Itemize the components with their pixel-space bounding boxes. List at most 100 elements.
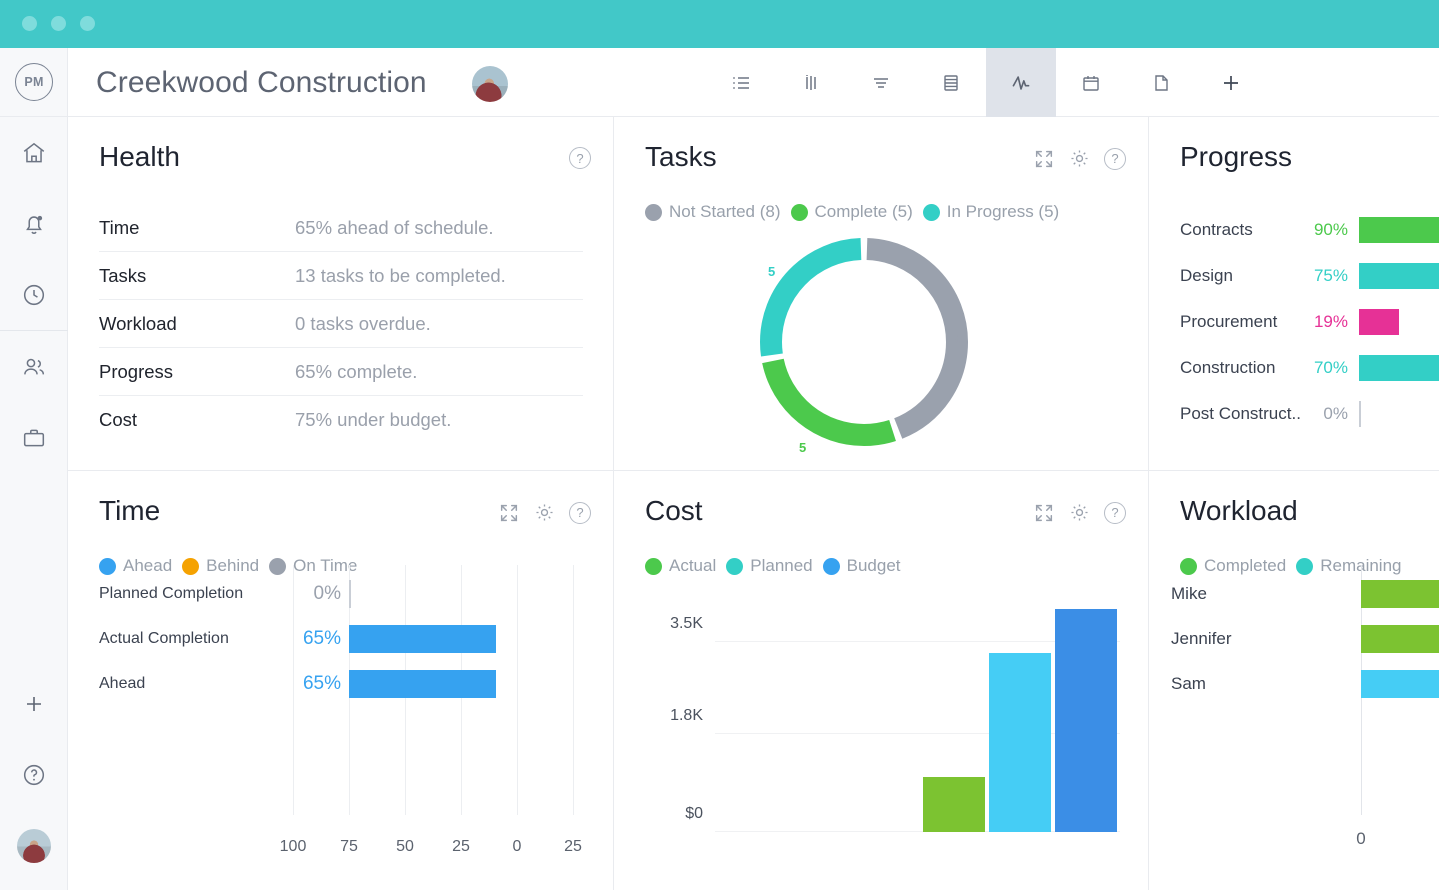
time-card: Time ? Ahead Behind On Time Planned Comp… (68, 471, 614, 890)
sidebar-item-people[interactable] (0, 331, 68, 402)
list-item: Construction 70% (1180, 345, 1439, 391)
workload-card: Workload Completed Remaining Mike Jennif… (1149, 471, 1439, 890)
window-controls (22, 16, 95, 31)
tab-add-view[interactable] (1196, 48, 1266, 117)
list-item: Cost 75% under budget. (99, 396, 583, 444)
project-owner-avatar[interactable] (472, 66, 508, 102)
tab-gantt-view[interactable] (846, 48, 916, 117)
progress-bar-fill[interactable] (1359, 217, 1439, 243)
tab-board-view[interactable] (776, 48, 846, 117)
gear-icon[interactable] (1068, 147, 1091, 170)
app-logo[interactable]: PM (0, 48, 68, 117)
tab-files-view[interactable] (1126, 48, 1196, 117)
cost-bar-planned[interactable] (989, 653, 1051, 832)
help-icon[interactable]: ? (1104, 501, 1126, 524)
time-label: Ahead (99, 675, 146, 692)
tab-sheet-view[interactable] (916, 48, 986, 117)
left-sidebar: PM (0, 48, 68, 890)
progress-bar-fill[interactable] (1359, 309, 1399, 335)
health-list: Time 65% ahead of schedule. Tasks 13 tas… (99, 204, 583, 444)
user-avatar (17, 828, 51, 863)
sidebar-item-account[interactable] (0, 810, 68, 881)
tab-dashboard-view[interactable] (986, 48, 1056, 117)
list-item: Procurement 19% (1180, 299, 1439, 345)
tab-calendar-view[interactable] (1056, 48, 1126, 117)
progress-bar-fill[interactable] (1359, 355, 1439, 381)
sidebar-item-portfolio[interactable] (0, 402, 68, 473)
progress-bar-track (1359, 309, 1439, 335)
project-header: Creekwood Construction (68, 48, 1439, 117)
axis-tick: 25 (564, 838, 582, 855)
donut-value-not-started: 8 (955, 331, 963, 346)
page-title: Creekwood Construction (96, 66, 427, 99)
sidebar-item-help[interactable] (0, 739, 68, 810)
gear-icon[interactable] (1068, 501, 1091, 524)
workload-title: Workload (1180, 495, 1298, 526)
activity-pulse-icon (1008, 70, 1034, 96)
time-label: Actual Completion (99, 630, 229, 647)
sidebar-item-notifications[interactable] (0, 188, 68, 259)
progress-bar-fill[interactable] (1359, 263, 1439, 289)
table-grid-icon (939, 71, 963, 95)
axis-tick: 100 (279, 838, 307, 855)
list-item: Actual Completion 65% (99, 624, 496, 654)
workload-label: Mike (1171, 584, 1207, 603)
legend-label: Actual (669, 556, 717, 575)
legend-item[interactable]: Complete (5) (790, 202, 913, 222)
expand-icon[interactable] (498, 502, 520, 524)
legend-item[interactable]: Budget (822, 556, 901, 576)
legend-item[interactable]: Not Started (8) (645, 202, 781, 222)
progress-label: Post Construct... (1180, 404, 1302, 423)
legend-item[interactable]: In Progress (5) (922, 202, 1059, 222)
time-value: 65% (302, 628, 341, 649)
plus-icon (1219, 71, 1243, 95)
expand-icon[interactable] (1033, 148, 1055, 170)
gear-icon[interactable] (533, 501, 556, 524)
sidebar-item-timesheets[interactable] (0, 259, 68, 330)
legend-swatch (922, 203, 940, 221)
list-item: Mike (1171, 579, 1439, 609)
tab-list-view[interactable] (706, 48, 776, 117)
legend-label: Complete (5) (814, 202, 913, 221)
axis-tick: 0 (512, 838, 522, 855)
time-bar-fill[interactable] (349, 625, 496, 653)
window-close-button[interactable] (22, 16, 37, 31)
legend-item[interactable]: Planned (726, 556, 813, 576)
health-label: Tasks (99, 264, 147, 286)
briefcase-icon (21, 425, 47, 451)
gridline (517, 565, 518, 815)
workload-bar-sam[interactable] (1361, 670, 1439, 698)
cost-legend: Actual Planned Budget (645, 556, 901, 576)
cost-bar-actual[interactable] (923, 777, 985, 832)
legend-label: Planned (750, 556, 813, 575)
window-minimize-button[interactable] (51, 16, 66, 31)
sidebar-item-home[interactable] (0, 117, 68, 188)
time-bar-fill[interactable] (349, 670, 496, 698)
dashboard-grid: Health ? Time 65% ahead of schedule. Tas… (68, 117, 1439, 890)
window-titlebar (0, 0, 1439, 48)
progress-card: Progress Contracts 90% Design 75% Procur… (1149, 117, 1439, 471)
sidebar-item-add[interactable] (0, 668, 68, 739)
question-circle-icon (21, 762, 47, 788)
workload-bar-mike[interactable] (1361, 580, 1439, 608)
time-x-axis: 100 75 50 25 0 25 (99, 838, 599, 860)
help-icon[interactable]: ? (1104, 147, 1126, 170)
time-bar-zero (349, 580, 351, 608)
help-icon[interactable]: ? (569, 501, 591, 524)
progress-label: Construction (1180, 358, 1276, 377)
workload-bar-jennifer[interactable] (1361, 625, 1439, 653)
people-icon (21, 354, 47, 380)
window-maximize-button[interactable] (80, 16, 95, 31)
health-value: 65% ahead of schedule. (295, 216, 494, 238)
help-icon[interactable]: ? (569, 147, 591, 169)
progress-bar-track (1359, 217, 1439, 243)
list-item: Planned Completion 0% (99, 579, 351, 609)
axis-tick: 1.8K (670, 707, 703, 724)
time-value: 0% (313, 583, 341, 604)
view-tab-bar (706, 48, 1266, 117)
list-item: Design 75% (1180, 253, 1439, 299)
cost-bar-budget[interactable] (1055, 609, 1117, 832)
legend-item[interactable]: Actual (645, 556, 716, 576)
progress-label: Design (1180, 266, 1233, 285)
expand-icon[interactable] (1033, 502, 1055, 524)
